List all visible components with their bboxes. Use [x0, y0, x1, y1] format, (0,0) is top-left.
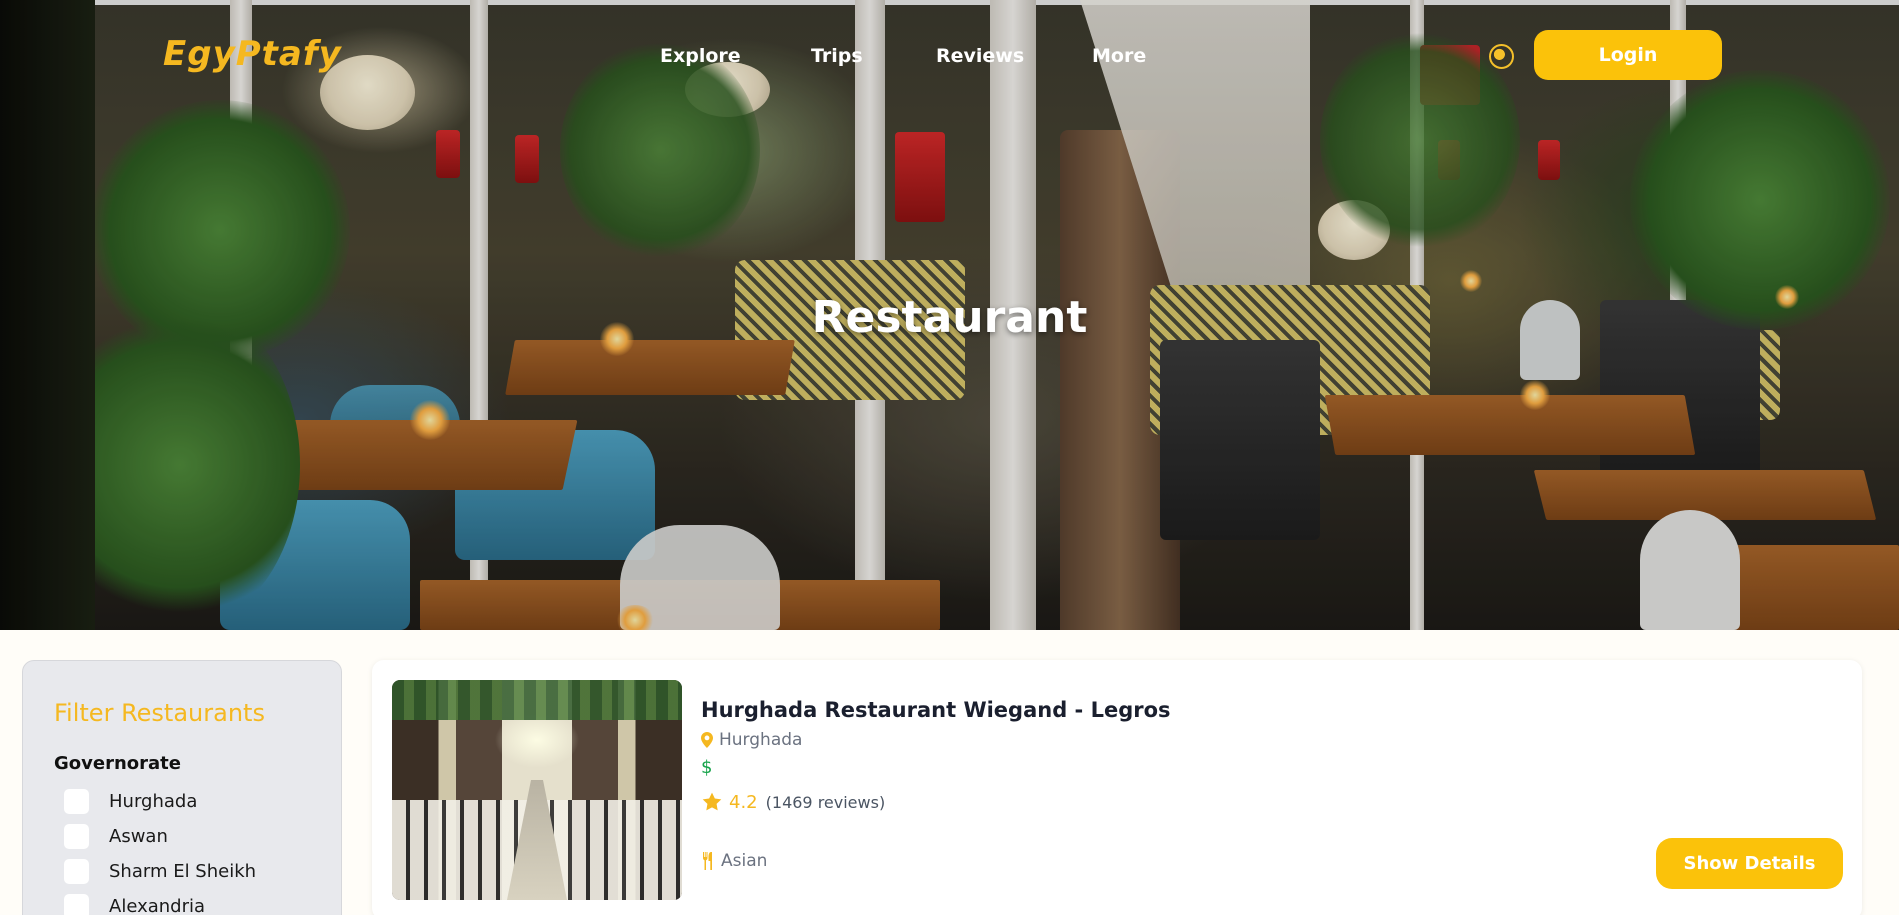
- nav-reviews[interactable]: Reviews: [936, 45, 1024, 67]
- filter-option-label: Alexandria: [109, 896, 206, 915]
- cuisine: Asian: [701, 851, 767, 871]
- price-level: $: [701, 757, 713, 778]
- filter-option-label: Hurghada: [109, 791, 198, 812]
- checkbox[interactable]: [64, 824, 89, 849]
- image-detail: [392, 680, 682, 720]
- filter-section-governorate: Governorate: [54, 753, 181, 774]
- restaurant-image[interactable]: [392, 680, 682, 900]
- filter-option-aswan[interactable]: Aswan: [64, 824, 168, 849]
- filter-option-label: Sharm El Sheikh: [109, 861, 257, 882]
- restaurant-card[interactable]: Hurghada Restaurant Wiegand - Legros Hur…: [372, 660, 1862, 915]
- filter-option-hurghada[interactable]: Hurghada: [64, 789, 197, 814]
- logo[interactable]: EgyPtafy: [163, 34, 342, 74]
- utensils-icon: [703, 852, 712, 870]
- hero-banner: EgyPtafy Explore Trips Reviews More Logi…: [0, 0, 1899, 630]
- show-details-button[interactable]: Show Details: [1656, 838, 1843, 889]
- page-title: Restaurant: [811, 292, 1088, 343]
- restaurant-name[interactable]: Hurghada Restaurant Wiegand - Legros: [701, 698, 1171, 722]
- restaurant-location: Hurghada: [701, 730, 802, 750]
- filter-panel: Filter Restaurants Governorate Hurghada …: [22, 660, 342, 915]
- review-count: (1469 reviews): [765, 792, 886, 812]
- location-text: Hurghada: [719, 730, 803, 750]
- cuisine-text: Asian: [721, 851, 768, 871]
- checkbox[interactable]: [64, 894, 89, 915]
- nav-explore[interactable]: Explore: [660, 45, 741, 67]
- globe-icon[interactable]: [1489, 44, 1514, 69]
- star-icon: [702, 792, 722, 811]
- page: EgyPtafy Explore Trips Reviews More Logi…: [0, 0, 1899, 915]
- location-pin-icon: [701, 732, 713, 748]
- checkbox[interactable]: [64, 789, 89, 814]
- filter-option-label: Aswan: [109, 826, 168, 847]
- checkbox[interactable]: [64, 859, 89, 884]
- nav-more[interactable]: More: [1092, 45, 1146, 67]
- filter-title: Filter Restaurants: [54, 699, 265, 727]
- filter-option-alexandria[interactable]: Alexandria: [64, 894, 205, 915]
- nav-trips[interactable]: Trips: [811, 45, 863, 67]
- login-button[interactable]: Login: [1534, 30, 1722, 80]
- filter-option-sharm-el-sheikh[interactable]: Sharm El Sheikh: [64, 859, 256, 884]
- rating: 4.2 (1469 reviews): [701, 791, 885, 813]
- rating-value: 4.2: [729, 791, 758, 813]
